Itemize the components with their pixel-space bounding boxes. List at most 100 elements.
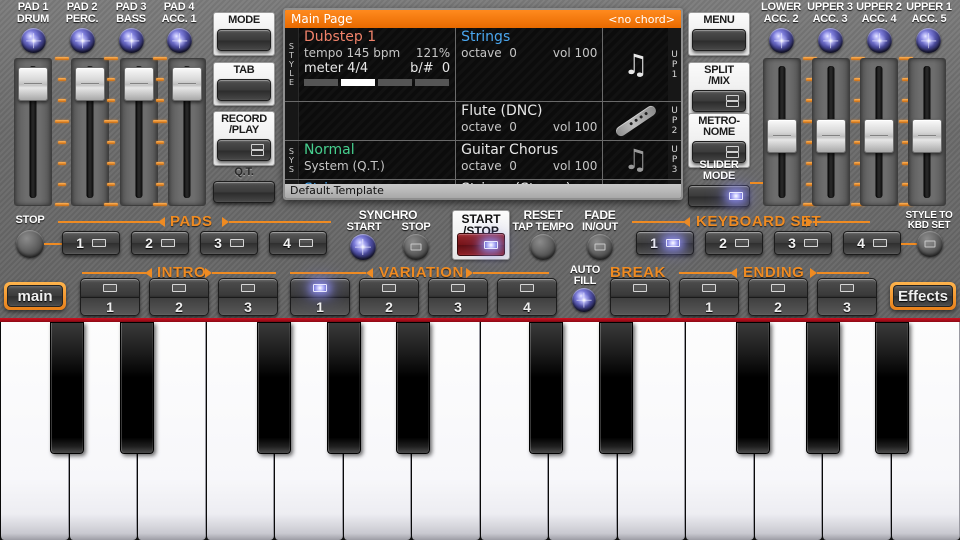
break-button[interactable] (610, 278, 670, 316)
tab-button-group[interactable]: TAB (213, 62, 275, 106)
keyboard-set-button-4[interactable]: 4 (843, 231, 901, 255)
display-row-tag-blank (285, 102, 299, 140)
menu-button-group[interactable]: MENU (688, 12, 750, 56)
slider-mode-button-group[interactable]: SLIDER MODE (688, 160, 750, 207)
black-key[interactable] (120, 322, 154, 454)
slider-7-track[interactable] (860, 58, 898, 206)
variation-button-3[interactable]: 3 (428, 278, 488, 316)
black-key[interactable] (529, 322, 563, 454)
start-stop-button[interactable] (457, 233, 505, 256)
variation-button-4[interactable]: 4 (497, 278, 557, 316)
pad-1-knob[interactable] (21, 28, 46, 53)
display-row-tag-sys: SYS (285, 141, 299, 179)
black-key[interactable] (736, 322, 770, 454)
pad-button-1[interactable]: 1 (62, 231, 120, 255)
keyboard-set-button-2[interactable]: 2 (705, 231, 763, 255)
synchro-start-button[interactable] (350, 234, 376, 260)
mode-button-group[interactable]: MODE (213, 12, 275, 56)
menu-button[interactable] (692, 29, 746, 51)
reset-tap-tempo-button[interactable] (530, 234, 556, 260)
fade-in-out-button[interactable] (587, 234, 613, 260)
kbdset-arrow-left-icon (683, 217, 690, 227)
style-to-kbd-label-line2: KBD SET (898, 221, 960, 231)
slider-7-cap[interactable] (864, 119, 894, 153)
intro-button-3[interactable]: 3 (218, 278, 278, 316)
upper3-acc3-knob[interactable] (818, 28, 843, 53)
qt-button[interactable] (213, 181, 275, 203)
effects-button[interactable]: Effects (893, 285, 953, 307)
variation-button-2[interactable]: 2 (359, 278, 419, 316)
variation-button-1[interactable]: 1 (290, 278, 350, 316)
upper3-part-cell[interactable]: Guitar Chorus octave 0 vol 100 (456, 141, 603, 179)
mode-button[interactable] (217, 29, 271, 51)
upper1-acc5-knob[interactable] (916, 28, 941, 53)
intro-button-1[interactable]: 1 (80, 278, 140, 316)
black-key[interactable] (806, 322, 840, 454)
split-mix-button-group[interactable]: SPLIT /MIX (688, 62, 750, 117)
stop-button[interactable] (16, 230, 44, 258)
synchro-stop-button[interactable] (403, 234, 429, 260)
slider-6-track[interactable] (812, 58, 850, 206)
upper2-acc4-label-line2: ACC. 4 (851, 14, 907, 25)
style-to-kbd-set-button[interactable] (917, 231, 943, 257)
slider-5-cap[interactable] (767, 119, 797, 153)
black-key[interactable] (875, 322, 909, 454)
slider-1-cap[interactable] (18, 67, 48, 101)
pad-button-3[interactable]: 3 (200, 231, 258, 255)
tab-button[interactable] (217, 79, 271, 101)
black-key[interactable] (327, 322, 361, 454)
black-key[interactable] (50, 322, 84, 454)
black-key[interactable] (396, 322, 430, 454)
lower-acc2-label-line1: LOWER (754, 2, 808, 13)
slider-8-track[interactable] (908, 58, 946, 206)
keyboard[interactable] (0, 318, 960, 540)
upper1-octave-value: 0 (509, 46, 517, 60)
slider-4-track[interactable] (168, 58, 206, 206)
effects-button-frame[interactable]: Effects (890, 282, 956, 310)
pad-button-2[interactable]: 2 (131, 231, 189, 255)
qt-button-group[interactable]: Q.T. (213, 167, 275, 203)
ending-button-2[interactable]: 2 (748, 278, 808, 316)
pad-2-knob[interactable] (70, 28, 95, 53)
main-button[interactable]: main (7, 285, 63, 307)
intro-button-2[interactable]: 2 (149, 278, 209, 316)
main-button-frame[interactable]: main (4, 282, 66, 310)
display-row-upper2[interactable]: Flute (DNC) octave 0 vol 100 UP2 (285, 101, 681, 140)
pads-arrow-right-icon (222, 217, 229, 227)
main-display[interactable]: Main Page <no chord> STYLE Dubstep 1 tem… (283, 8, 683, 200)
start-stop-group[interactable]: START /STOP (452, 210, 510, 260)
slider-6-cap[interactable] (816, 119, 846, 153)
pad-button-4[interactable]: 4 (269, 231, 327, 255)
upper2-part-cell[interactable]: Flute (DNC) octave 0 vol 100 (456, 102, 603, 140)
break-bottom (611, 297, 669, 315)
intro-1-led-icon (103, 284, 117, 292)
upper1-part-cell[interactable]: Strings octave 0 vol 100 (456, 28, 603, 101)
slider-8-cap[interactable] (912, 119, 942, 153)
slider-5-track[interactable] (763, 58, 801, 206)
keyboard-set-button-1[interactable]: 1 (636, 231, 694, 255)
ending-button-1[interactable]: 1 (679, 278, 739, 316)
auto-fill-button[interactable] (572, 288, 596, 312)
pad-3-knob[interactable] (119, 28, 144, 53)
display-row-sys[interactable]: SYS Normal System (Q.T.) Guitar Chorus o… (285, 140, 681, 179)
keyboard-set-button-3[interactable]: 3 (774, 231, 832, 255)
black-key[interactable] (599, 322, 633, 454)
slider-2-cap[interactable] (75, 67, 105, 101)
slider-mode-button[interactable] (688, 185, 750, 207)
flute-icon (614, 104, 658, 138)
upper2-acc4-knob[interactable] (867, 28, 892, 53)
ending-button-3[interactable]: 3 (817, 278, 877, 316)
lower-acc2-knob[interactable] (769, 28, 794, 53)
upper2-octave-label: octave (461, 120, 501, 134)
pad-4-knob[interactable] (167, 28, 192, 53)
sys-info-cell[interactable]: Normal System (Q.T.) (299, 141, 456, 179)
slider-1-track[interactable] (14, 58, 52, 206)
record-play-button[interactable] (217, 139, 271, 161)
split-mix-button[interactable] (692, 90, 746, 112)
record-play-button-group[interactable]: RECORD /PLAY (213, 111, 275, 166)
slider-4-cap[interactable] (172, 67, 202, 101)
black-key[interactable] (257, 322, 291, 454)
slider-3-cap[interactable] (124, 67, 154, 101)
style-info-cell[interactable]: Dubstep 1 tempo 145 bpm 121% meter 4/4 b… (299, 28, 456, 101)
display-row-style[interactable]: STYLE Dubstep 1 tempo 145 bpm 121% meter… (285, 28, 681, 101)
